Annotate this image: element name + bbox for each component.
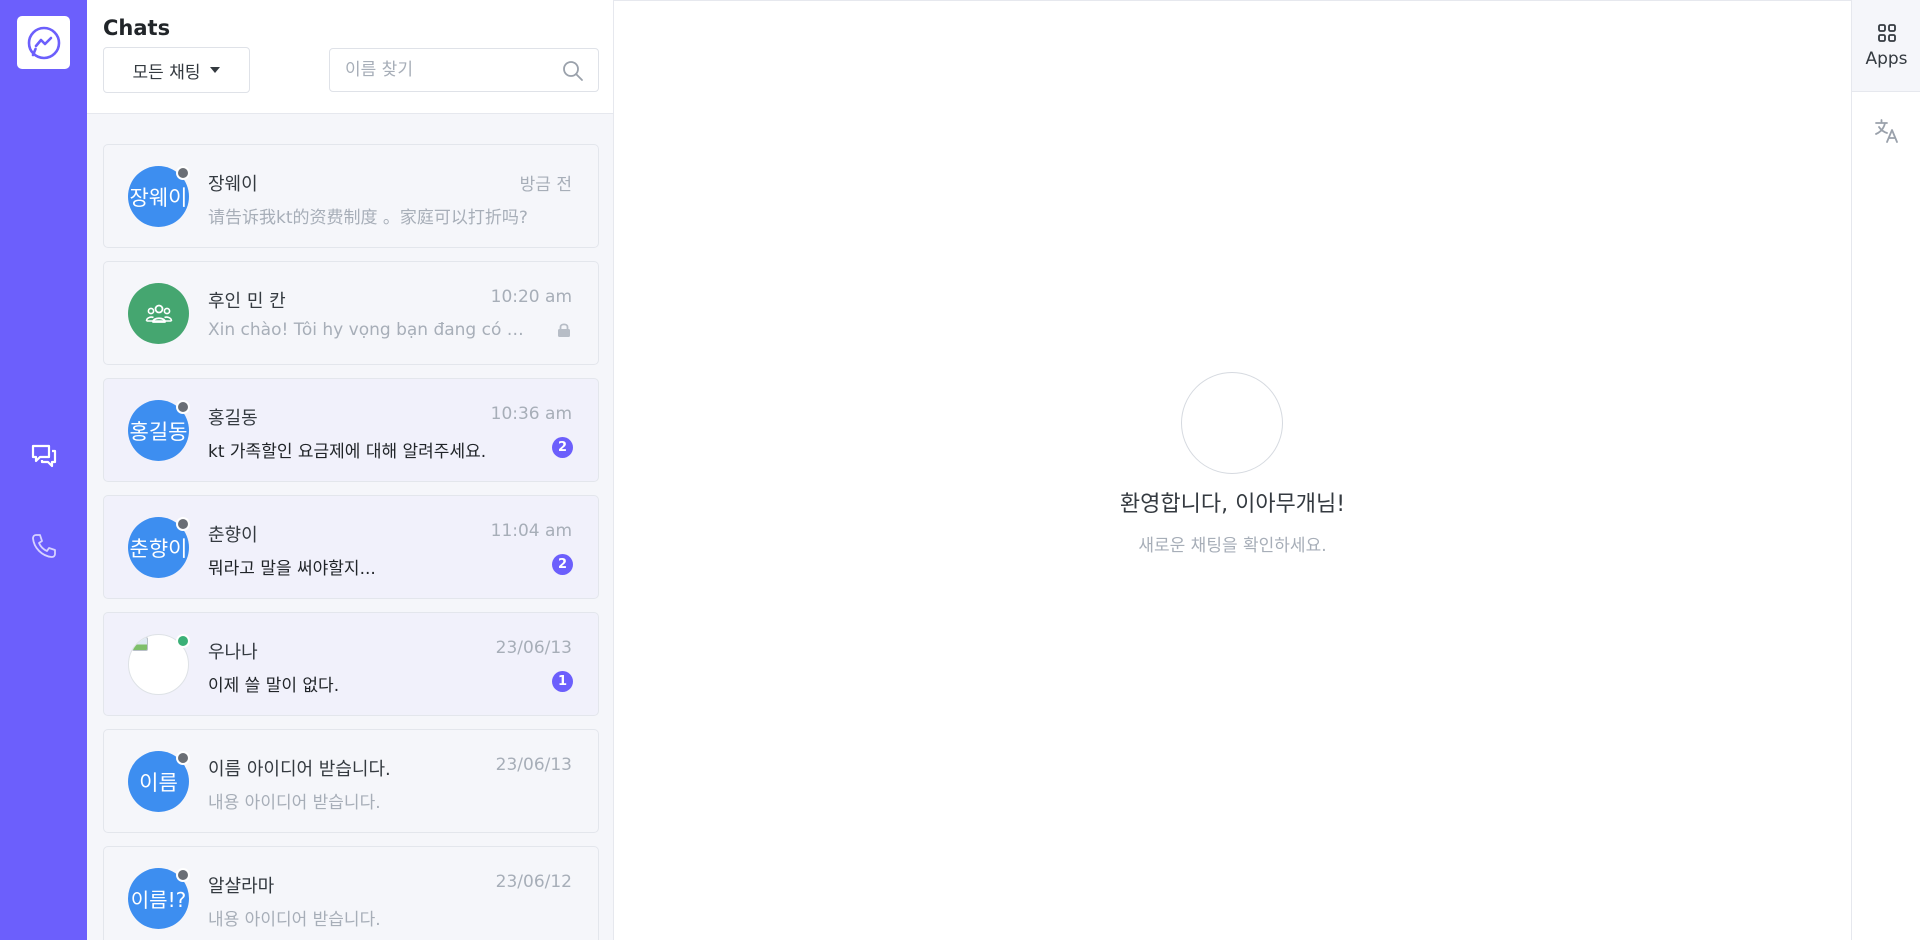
- chat-time: 11:04 am: [490, 521, 572, 541]
- chat-list-item[interactable]: 이름!? 알샬라마 23/06/12 내용 아이디어 받습니다.: [103, 846, 599, 940]
- chat-name: 후인 민 칸: [208, 291, 286, 312]
- status-dot-online: [176, 634, 190, 648]
- chat-bubbles-icon: [31, 444, 56, 468]
- chat-filter-label: 모든 채팅: [132, 62, 201, 83]
- lock-icon: [558, 323, 570, 337]
- chat-name: 알샬라마: [208, 876, 275, 897]
- messenger-icon: [27, 26, 60, 59]
- unread-badge: 1: [552, 671, 573, 692]
- group-icon: [145, 304, 172, 323]
- chat-list-title: Chats: [103, 16, 171, 40]
- grid-icon: [1877, 23, 1896, 42]
- chat-preview: 请告诉我kt的资费制度 。家庭可以打折吗?: [208, 208, 528, 228]
- chat-list-item[interactable]: 우나나 23/06/13 이제 쓸 말이 없다. 1: [103, 612, 599, 716]
- chat-list-item[interactable]: 장웨이 장웨이 방금 전 请告诉我kt的资费制度 。家庭可以打折吗?: [103, 144, 599, 248]
- chat-preview: 내용 아이디어 받습니다.: [208, 910, 381, 930]
- group-avatar: [128, 283, 189, 344]
- phone-icon: [31, 534, 56, 558]
- chat-preview: 이제 쓸 말이 없다.: [208, 676, 340, 696]
- messenger-app: Chats 모든 채팅 장웨이 장웨이 방금 전 请告诉我kt的资费制度 。家: [0, 0, 1920, 940]
- chat-list-item[interactable]: 홍길동 홍길동 10:36 am kt 가족할인 요금제에 대해 알려주세요. …: [103, 378, 599, 482]
- caret-down-icon: [210, 67, 221, 73]
- chat-time: 방금 전: [519, 175, 572, 195]
- messenger-logo[interactable]: [17, 16, 70, 69]
- chat-time: 23/06/13: [495, 755, 572, 775]
- main-content: 환영합니다, 이아무개님! 새로운 채팅을 확인하세요.: [614, 0, 1851, 940]
- right-sidebar: Apps: [1851, 0, 1920, 940]
- translate-icon: [1874, 119, 1898, 143]
- chat-preview: 내용 아이디어 받습니다.: [208, 793, 381, 813]
- chat-name: 장웨이: [208, 174, 258, 195]
- chat-name: 홍길동: [208, 408, 258, 429]
- left-rail: [0, 0, 87, 940]
- chat-preview: Xin chào! Tôi hy vọng bạn đang có một ng…: [208, 320, 538, 340]
- status-dot-offline: [176, 400, 190, 414]
- chat-preview: kt 가족할인 요금제에 대해 알려주세요.: [208, 442, 487, 462]
- broken-image-icon: [132, 637, 148, 651]
- unread-badge: 2: [552, 554, 573, 575]
- chat-name: 우나나: [208, 642, 258, 663]
- chat-time: 23/06/13: [495, 638, 572, 658]
- search-box: [329, 48, 599, 92]
- chats-nav-button[interactable]: [0, 431, 87, 481]
- chat-name: 춘향이: [208, 525, 258, 546]
- chat-filter-dropdown[interactable]: 모든 채팅: [103, 47, 250, 93]
- calls-nav-button[interactable]: [0, 521, 87, 571]
- apps-button[interactable]: Apps: [1852, 0, 1920, 92]
- welcome-subtitle: 새로운 채팅을 확인하세요.: [1138, 536, 1327, 556]
- translate-button[interactable]: [1852, 110, 1920, 152]
- chat-time: 10:36 am: [490, 404, 572, 424]
- welcome-title: 환영합니다, 이아무개님!: [1119, 492, 1346, 517]
- chat-list-header: Chats 모든 채팅: [87, 0, 613, 114]
- apps-label: Apps: [1865, 48, 1908, 69]
- search-icon[interactable]: [562, 60, 584, 82]
- chat-list: 장웨이 장웨이 방금 전 请告诉我kt的资费制度 。家庭可以打折吗? 후인 민 …: [103, 144, 599, 940]
- chat-name: 이름 아이디어 받습니다.: [208, 759, 391, 780]
- status-dot-offline: [176, 517, 190, 531]
- chat-time: 10:20 am: [490, 287, 572, 307]
- status-dot-offline: [176, 751, 190, 765]
- unread-badge: 2: [552, 437, 573, 458]
- chat-list-item[interactable]: 이름 이름 아이디어 받습니다. 23/06/13 내용 아이디어 받습니다.: [103, 729, 599, 833]
- status-dot-offline: [176, 166, 190, 180]
- chat-list-panel: Chats 모든 채팅 장웨이 장웨이 방금 전 请告诉我kt的资费制度 。家: [87, 0, 614, 940]
- chat-time: 23/06/12: [495, 872, 572, 892]
- welcome-screen: 환영합니다, 이아무개님! 새로운 채팅을 확인하세요.: [614, 1, 1851, 940]
- chat-preview: 뭐라고 말을 써야할지...: [208, 559, 376, 579]
- status-dot-offline: [176, 868, 190, 882]
- user-avatar: [1181, 372, 1283, 474]
- search-input[interactable]: [330, 49, 550, 91]
- chat-list-item[interactable]: 춘향이 춘향이 11:04 am 뭐라고 말을 써야할지... 2: [103, 495, 599, 599]
- chat-list-item[interactable]: 후인 민 칸 10:20 am Xin chào! Tôi hy vọng bạ…: [103, 261, 599, 365]
